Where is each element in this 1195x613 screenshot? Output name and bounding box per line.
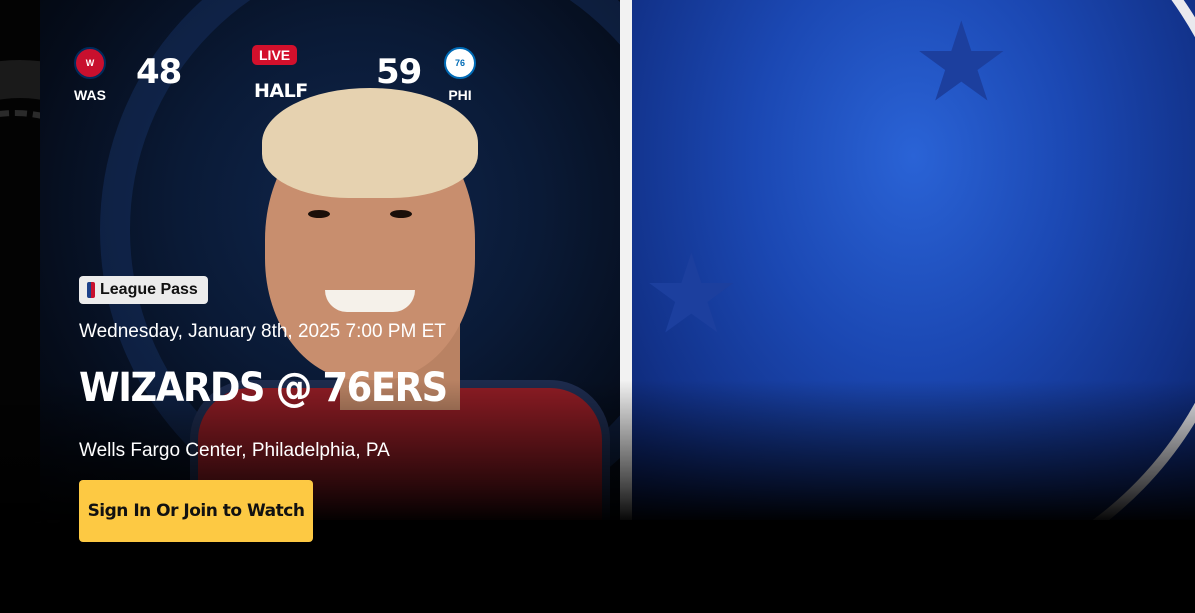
away-team-abbr: WAS: [74, 87, 106, 103]
star-icon: ★: [912, 1, 1011, 124]
home-team-abbr: PHI: [448, 87, 472, 103]
star-icon: ★: [642, 233, 741, 356]
home-score: 59: [376, 52, 422, 92]
matchup-title: WIZARDS @ 76ERS: [79, 365, 448, 411]
live-badge: LIVE: [252, 45, 298, 65]
player-smile: [325, 290, 415, 312]
player-hair: [262, 88, 478, 198]
game-datetime: Wednesday, January 8th, 2025 7:00 PM ET: [79, 321, 446, 342]
player-eye: [390, 210, 412, 218]
76ers-logo-icon: 76: [444, 47, 476, 79]
game-hero: ★ ★ W WAS 48 LIVE HALF 59 76 PHI League …: [0, 0, 1195, 613]
game-venue: Wells Fargo Center, Philadelphia, PA: [79, 440, 390, 461]
player-eye: [308, 210, 330, 218]
sign-in-watch-button[interactable]: Sign In Or Join to Watch: [79, 480, 313, 542]
home-team[interactable]: 76 PHI: [430, 47, 490, 103]
away-score: 48: [136, 52, 182, 92]
away-team[interactable]: W WAS: [60, 47, 120, 103]
game-period: HALF: [254, 80, 308, 102]
nba-logo-icon: [87, 282, 95, 298]
league-pass-badge: League Pass: [79, 276, 208, 304]
wizards-logo-icon: W: [74, 47, 106, 79]
league-pass-label: League Pass: [100, 281, 198, 298]
